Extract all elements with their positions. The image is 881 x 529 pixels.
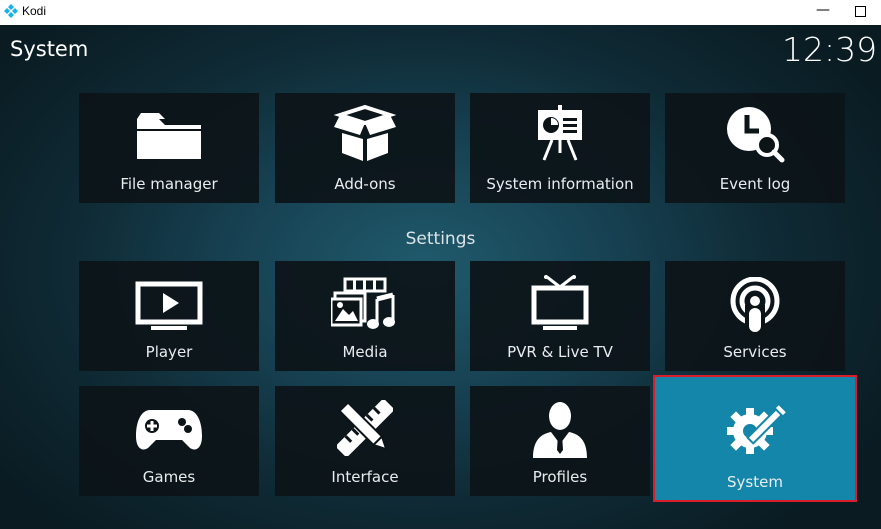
tile-pvr-live-tv[interactable]: PVR & Live TV: [470, 261, 650, 371]
tile-label: PVR & Live TV: [507, 343, 613, 361]
podcast-icon: [730, 277, 780, 335]
play-monitor-icon: [135, 281, 203, 330]
tile-label: Event log: [719, 175, 791, 193]
maximize-button[interactable]: [850, 2, 870, 22]
tile-label: Interface: [331, 468, 399, 486]
tile-file-manager[interactable]: File manager: [79, 93, 259, 203]
tile-label: System information: [486, 175, 634, 193]
gamepad-icon: [136, 410, 202, 450]
tile-label: File manager: [120, 175, 218, 193]
tile-system[interactable]: System: [653, 375, 857, 502]
tile-label: Games: [142, 468, 196, 486]
gear-wrench-icon: [727, 402, 788, 454]
pencil-ruler-icon: [337, 400, 393, 456]
tile-interface[interactable]: Interface: [275, 386, 455, 496]
presentation-board-icon: [538, 105, 582, 161]
window-title: Kodi: [22, 4, 47, 18]
tile-label: System: [727, 473, 783, 491]
tile-profiles[interactable]: Profiles: [470, 386, 650, 496]
tile-label: Media: [342, 343, 388, 361]
minimize-button[interactable]: —: [813, 1, 833, 21]
user-icon: [533, 402, 587, 458]
box-icon: [334, 105, 396, 161]
kodi-logo-icon: [4, 4, 18, 18]
tile-system-information[interactable]: System information: [470, 93, 650, 203]
tile-label: Profiles: [532, 468, 588, 486]
window-titlebar: Kodi —: [0, 0, 881, 25]
tile-player[interactable]: Player: [79, 261, 259, 371]
folder-icon: [137, 113, 201, 159]
tile-add-ons[interactable]: Add-ons: [275, 93, 455, 203]
maximize-icon: [855, 6, 866, 17]
tile-media[interactable]: Media: [275, 261, 455, 371]
tile-label: Add-ons: [334, 175, 396, 193]
page-title: System: [10, 37, 89, 61]
settings-heading: Settings: [405, 229, 476, 249]
tile-services[interactable]: Services: [665, 261, 845, 371]
media-icon: [331, 277, 395, 329]
clock-search-icon: [727, 107, 785, 163]
tv-icon: [531, 275, 589, 330]
clock: 12:39 A: [782, 30, 881, 69]
tile-label: Player: [145, 343, 193, 361]
tile-event-log[interactable]: Event log: [665, 93, 845, 203]
tile-label: Services: [723, 343, 787, 361]
tile-games[interactable]: Games: [79, 386, 259, 496]
main-stage: System 12:39 A File manager Add-ons: [0, 25, 881, 529]
